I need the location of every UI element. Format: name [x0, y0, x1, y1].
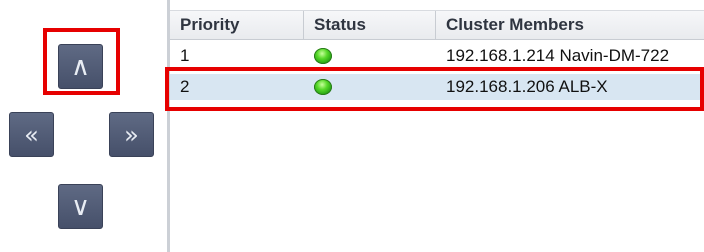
- member-cell: 192.168.1.206 ALB-X: [446, 77, 608, 96]
- column-header-status[interactable]: Status: [304, 11, 436, 39]
- move-down-button[interactable]: ∨: [58, 184, 103, 229]
- priority-cell: 1: [180, 46, 190, 65]
- priority-cell: 2: [180, 77, 190, 96]
- member-cell: 192.168.1.214 Navin-DM-722: [446, 46, 670, 65]
- status-green-icon: [314, 48, 332, 64]
- column-header-priority[interactable]: Priority: [170, 11, 304, 39]
- table-row-selected[interactable]: 2 192.168.1.206 ALB-X: [170, 74, 704, 100]
- move-up-label: ∧: [70, 51, 91, 82]
- move-left-label: «: [24, 120, 39, 149]
- column-header-cluster-members[interactable]: Cluster Members: [436, 11, 704, 39]
- table-row[interactable]: 1 192.168.1.214 Navin-DM-722: [170, 43, 704, 69]
- table-header: Priority Status Cluster Members: [170, 10, 704, 40]
- status-green-icon: [314, 79, 332, 95]
- move-left-button[interactable]: «: [9, 112, 54, 157]
- move-right-label: »: [124, 120, 139, 149]
- move-right-button[interactable]: »: [109, 112, 154, 157]
- cluster-members-table: Priority Status Cluster Members 1 192.16…: [170, 0, 704, 252]
- move-up-button[interactable]: ∧: [58, 44, 103, 89]
- move-down-label: ∨: [70, 191, 91, 222]
- reorder-controls-panel: ∧ « » ∨: [0, 0, 167, 252]
